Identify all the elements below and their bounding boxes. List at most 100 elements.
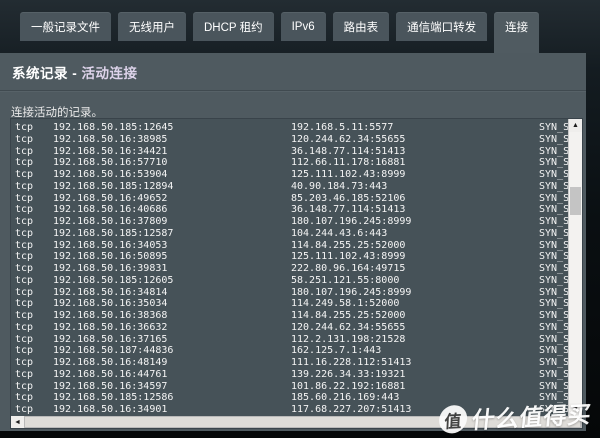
state-cell: SYN_S bbox=[539, 216, 568, 228]
destination-address-cell: 139.226.34.33:19321 bbox=[291, 369, 539, 381]
protocol-cell: tcp bbox=[15, 251, 53, 263]
horizontal-scrollbar[interactable]: ◄ bbox=[11, 416, 582, 428]
tab-general-log[interactable]: 一般记录文件 bbox=[20, 12, 111, 41]
source-address-cell: 192.168.50.16:37809 bbox=[53, 216, 291, 228]
source-address-cell: 192.168.50.16:49652 bbox=[53, 193, 291, 205]
connection-row: tcp192.168.50.16:44761139.226.34.33:1932… bbox=[15, 369, 568, 381]
connection-row: tcp192.168.50.16:39831222.80.96.164:4971… bbox=[15, 263, 568, 275]
state-cell: SYN_S bbox=[539, 122, 568, 134]
source-address-cell: 192.168.50.16:34421 bbox=[53, 146, 291, 158]
tab-dhcp-leases[interactable]: DHCP 租约 bbox=[193, 12, 274, 41]
tab-routing-table[interactable]: 路由表 bbox=[333, 12, 390, 41]
source-address-cell: 192.168.50.16:44761 bbox=[53, 369, 291, 381]
protocol-cell: tcp bbox=[15, 357, 53, 369]
destination-address-cell: 104.244.43.6:443 bbox=[291, 228, 539, 240]
destination-address-cell: 36.148.77.114:51413 bbox=[291, 146, 539, 158]
state-cell: SYN_S bbox=[539, 357, 568, 369]
source-address-cell: 192.168.50.16:53904 bbox=[53, 169, 291, 181]
destination-address-cell: 192.168.5.11:5577 bbox=[291, 122, 539, 134]
connection-row: tcp192.168.50.16:34053114.84.255.25:5200… bbox=[15, 240, 568, 252]
connections-table: tcp 192.168.50.185:12645192.168.5.11:5577… bbox=[10, 118, 583, 429]
connection-row: tcp192.168.50.16:53904125.111.102.43:899… bbox=[15, 169, 568, 181]
protocol-cell: tcp bbox=[15, 204, 53, 216]
page-title-section: 活动连接 bbox=[82, 66, 138, 81]
protocol-cell: tcp bbox=[15, 345, 53, 357]
scroll-down-icon[interactable]: ▼ bbox=[569, 403, 582, 416]
destination-address-cell: 180.107.196.245:8999 bbox=[291, 216, 539, 228]
horizontal-scroll-thumb[interactable] bbox=[25, 417, 580, 427]
destination-address-cell: 85.203.46.185:52106 bbox=[291, 193, 539, 205]
state-cell: SYN_S bbox=[539, 146, 568, 158]
state-cell: SYN_S bbox=[539, 263, 568, 275]
vertical-scroll-thumb[interactable] bbox=[570, 187, 581, 215]
state-cell: SYN_S bbox=[539, 228, 568, 240]
state-cell: SYN_S bbox=[539, 240, 568, 252]
connection-row: tcp192.168.50.16:38985120.244.62.34:5565… bbox=[15, 134, 568, 146]
state-cell: SYN_S bbox=[539, 134, 568, 146]
state-cell: SYN_S bbox=[539, 157, 568, 169]
protocol-cell: tcp bbox=[15, 169, 53, 181]
source-address-cell: 192.168.50.16:36632 bbox=[53, 322, 291, 334]
destination-address-cell: 114.84.255.25:52000 bbox=[291, 310, 539, 322]
connection-row: tcp192.168.50.16:35034114.249.58.1:52000… bbox=[15, 298, 568, 310]
protocol-cell: tcp bbox=[15, 216, 53, 228]
connection-row: tcp192.168.50.187:44836162.125.7.1:443SY… bbox=[15, 345, 568, 357]
destination-address-cell: 58.251.121.55:8000 bbox=[291, 275, 539, 287]
destination-address-cell: 185.60.216.169:443 bbox=[291, 392, 539, 404]
connection-row: tcp192.168.50.16:50895125.111.102.43:899… bbox=[15, 251, 568, 263]
protocol-cell: tcp bbox=[15, 263, 53, 275]
destination-address-cell: 125.111.102.43:8999 bbox=[291, 251, 539, 263]
state-cell: SYN_S bbox=[539, 169, 568, 181]
connection-row: tcp192.168.50.16:3442136.148.77.114:5141… bbox=[15, 146, 568, 158]
connection-row: tcp192.168.50.185:1260558.251.121.55:800… bbox=[15, 275, 568, 287]
protocol-cell: tcp bbox=[15, 287, 53, 299]
vertical-scrollbar[interactable]: ▲ ▼ bbox=[568, 119, 582, 416]
state-cell: SYN_S bbox=[539, 298, 568, 310]
protocol-cell: tcp bbox=[15, 334, 53, 346]
destination-address-cell: 114.249.58.1:52000 bbox=[291, 298, 539, 310]
connection-row: tcp192.168.50.185:12586185.60.216.169:44… bbox=[15, 392, 568, 404]
source-address-cell: 192.168.50.16:37165 bbox=[53, 334, 291, 346]
destination-address-cell: 36.148.77.114:51413 bbox=[291, 204, 539, 216]
destination-address-cell: 222.80.96.164:49715 bbox=[291, 263, 539, 275]
scroll-left-icon[interactable]: ◄ bbox=[11, 416, 24, 428]
state-cell: SYN_S bbox=[539, 322, 568, 334]
state-cell: SYN_S bbox=[539, 251, 568, 263]
tab-ipv6[interactable]: IPv6 bbox=[281, 12, 326, 41]
protocol-cell: tcp bbox=[15, 240, 53, 252]
tab-wireless-clients[interactable]: 无线用户 bbox=[118, 12, 186, 41]
destination-address-cell: 120.244.62.34:55655 bbox=[291, 322, 539, 334]
connection-row: tcp192.168.50.16:34814180.107.196.245:89… bbox=[15, 287, 568, 299]
protocol-cell: tcp bbox=[15, 404, 53, 416]
destination-address-cell: 162.125.7.1:443 bbox=[291, 345, 539, 357]
state-cell: SYN_S bbox=[539, 275, 568, 287]
destination-address-cell: 112.2.131.198:21528 bbox=[291, 334, 539, 346]
state-cell: SYN_S bbox=[539, 334, 568, 346]
connection-row: tcp192.168.50.185:12587104.244.43.6:443S… bbox=[15, 228, 568, 240]
protocol-cell: tcp bbox=[15, 181, 53, 193]
state-cell: SYN_S bbox=[539, 392, 568, 404]
destination-address-cell: 114.84.255.25:52000 bbox=[291, 240, 539, 252]
source-address-cell: 192.168.50.16:34597 bbox=[53, 381, 291, 393]
protocol-cell: tcp bbox=[15, 275, 53, 287]
connection-row: tcp192.168.50.16:34901117.68.227.207:514… bbox=[15, 404, 568, 416]
source-address-cell: 192.168.50.185:12645 bbox=[53, 122, 291, 134]
panel-description: 连接活动的记录。 bbox=[0, 91, 586, 120]
source-address-cell: 192.168.50.187:44836 bbox=[53, 345, 291, 357]
protocol-cell: tcp bbox=[15, 310, 53, 322]
scroll-up-icon[interactable]: ▲ bbox=[569, 119, 582, 132]
connection-row: tcp192.168.50.16:4068636.148.77.114:5141… bbox=[15, 204, 568, 216]
connection-row: tcp192.168.50.185:12645192.168.5.11:5577… bbox=[15, 122, 568, 134]
state-cell: SYN_S bbox=[539, 287, 568, 299]
connection-row: tcp192.168.50.16:37165112.2.131.198:2152… bbox=[15, 334, 568, 346]
protocol-cell: tcp bbox=[15, 157, 53, 169]
destination-address-cell: 120.244.62.34:55655 bbox=[291, 134, 539, 146]
state-cell: SYN_S bbox=[539, 404, 568, 416]
tab-connections[interactable]: 连接 bbox=[494, 12, 539, 53]
tab-port-forwarding[interactable]: 通信端口转发 bbox=[396, 12, 487, 41]
connections-list[interactable]: tcp 192.168.50.185:12645192.168.5.11:5577… bbox=[11, 119, 568, 416]
source-address-cell: 192.168.50.16:35034 bbox=[53, 298, 291, 310]
protocol-cell: tcp bbox=[15, 228, 53, 240]
source-address-cell: 192.168.50.185:12587 bbox=[53, 228, 291, 240]
tab-bar: 一般记录文件 无线用户 DHCP 租约 IPv6 路由表 通信端口转发 连接 bbox=[20, 12, 539, 53]
